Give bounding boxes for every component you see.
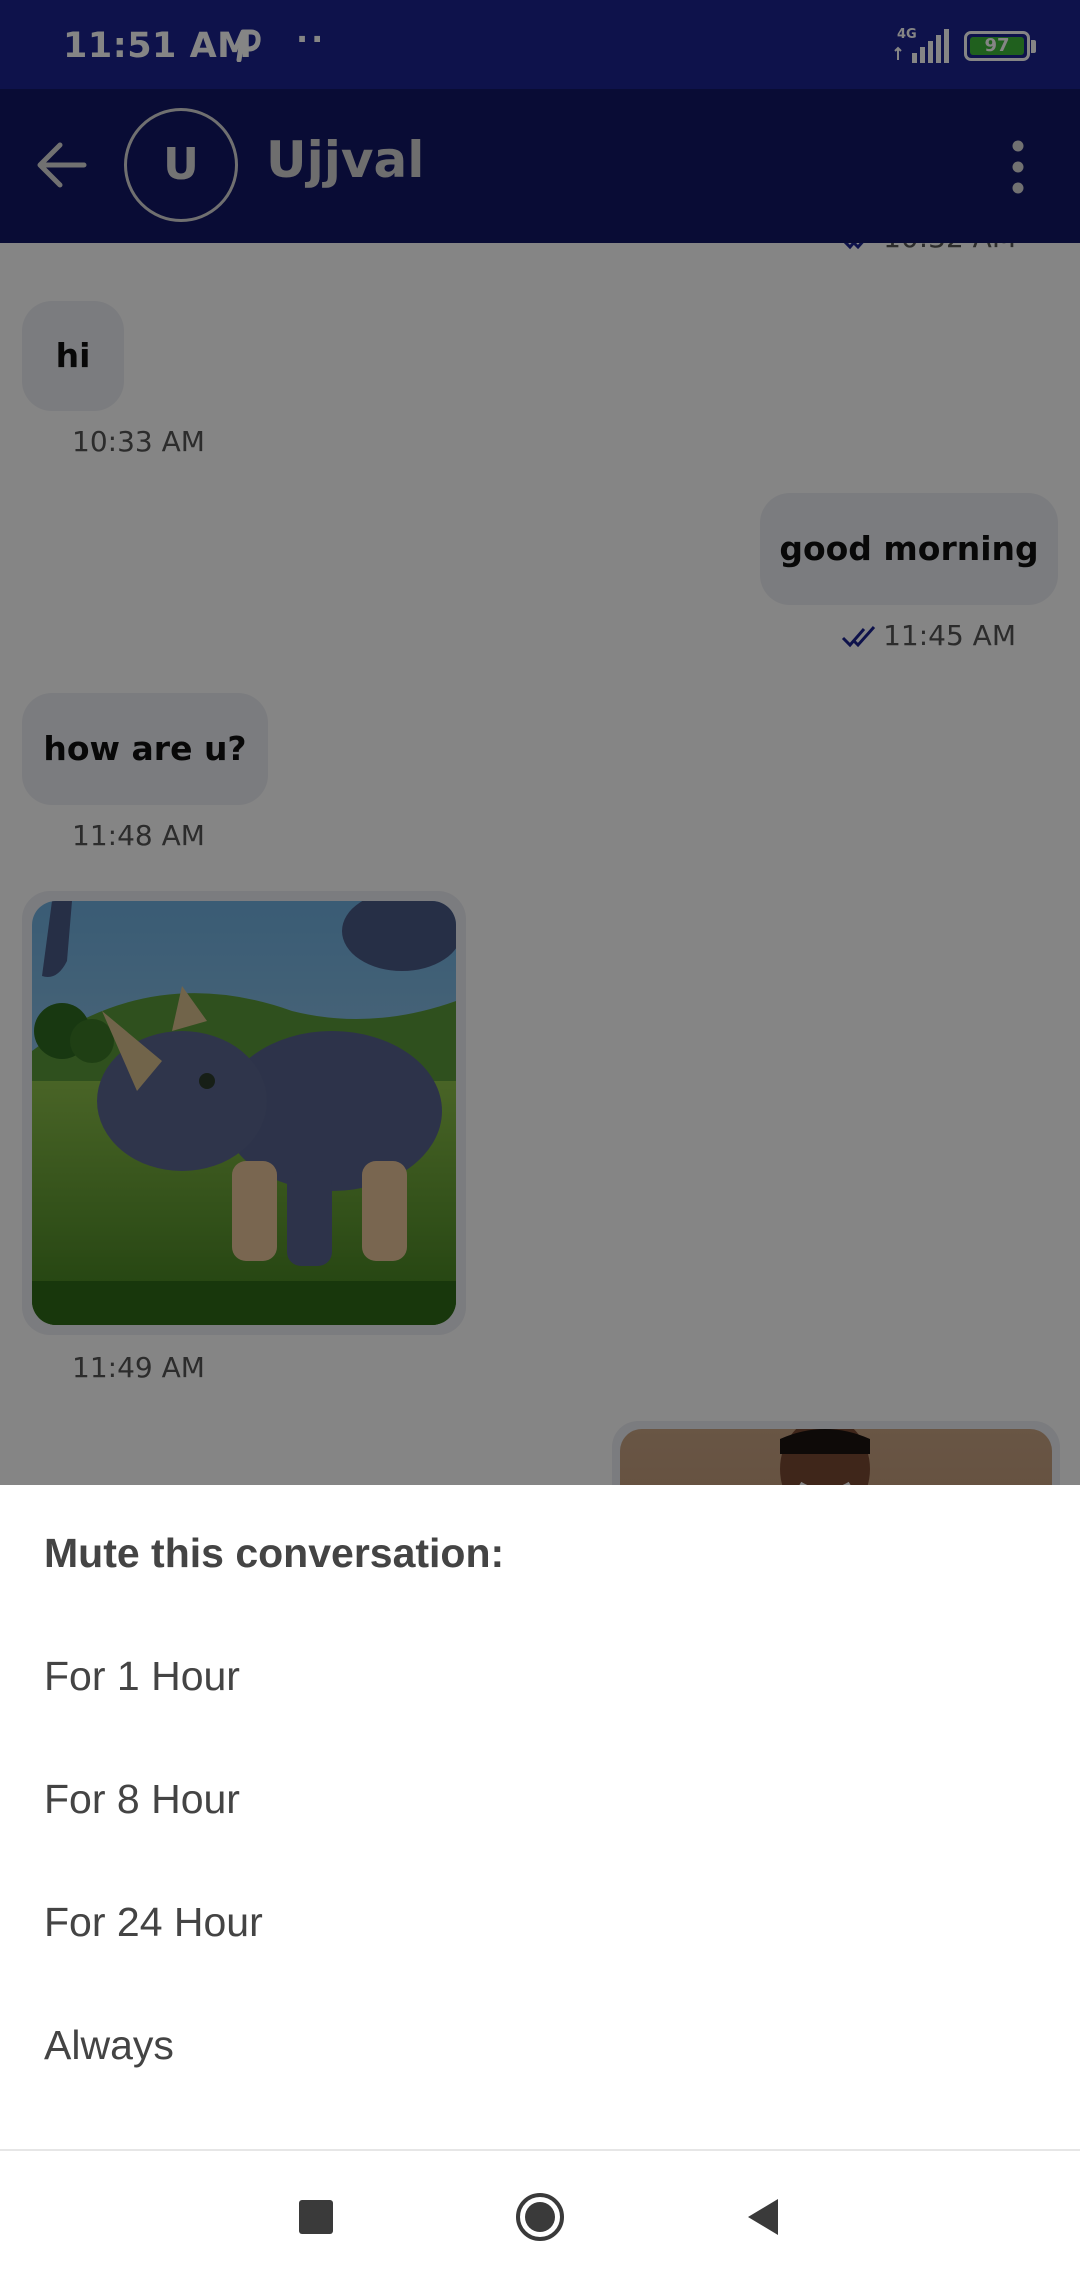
sheet-title: Mute this conversation: [44,1530,505,1576]
mute-option-24-hour[interactable]: For 24 Hour [44,1899,263,1946]
back-triangle-icon[interactable] [738,2191,790,2243]
navigation-bar [0,2151,1080,2280]
mute-bottom-sheet: Mute this conversation: For 1 Hour For 8… [0,1485,1080,2150]
home-circle-icon[interactable] [514,2191,566,2243]
mute-option-always[interactable]: Always [44,2022,174,2069]
mute-option-1-hour[interactable]: For 1 Hour [44,1653,240,1700]
recents-square-icon[interactable] [290,2191,342,2243]
mute-option-8-hour[interactable]: For 8 Hour [44,1776,240,1823]
dim-overlay[interactable] [0,0,1080,1485]
